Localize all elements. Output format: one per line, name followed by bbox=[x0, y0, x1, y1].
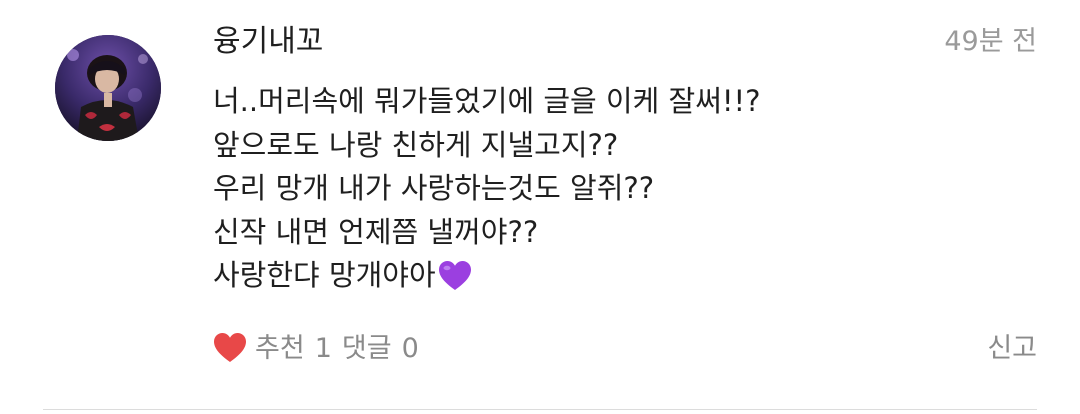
comment-line: 우리 망개 내가 사랑하는것도 알쥐?? bbox=[213, 171, 655, 205]
comment-body: 너..머리속에 뭐가들었기에 글을 이케 잘써!!? 앞으로도 나랑 친하게 지… bbox=[213, 80, 1033, 304]
comment-line: 너..머리속에 뭐가들었기에 글을 이케 잘써!!? bbox=[213, 84, 761, 118]
like-count: 1 bbox=[314, 333, 332, 364]
avatar[interactable] bbox=[55, 35, 161, 141]
comment-line-last: 사랑한댜 망개야아 bbox=[213, 254, 1033, 304]
like-label[interactable]: 추천 bbox=[255, 329, 305, 369]
username[interactable]: 융기내꼬 bbox=[213, 20, 323, 64]
purple-heart-emoji-icon bbox=[438, 260, 472, 304]
timestamp: 49분 전 bbox=[944, 26, 1037, 57]
divider bbox=[43, 409, 1037, 410]
report-button[interactable]: 신고 bbox=[987, 329, 1037, 369]
comment-item: 융기내꼬 49분 전 너..머리속에 뭐가들었기에 글을 이케 잘써!!? 앞으… bbox=[0, 0, 1080, 414]
comment-actions: 추천 1 댓글 0 bbox=[213, 327, 419, 371]
reply-label[interactable]: 댓글 bbox=[342, 329, 392, 369]
heart-icon[interactable] bbox=[213, 332, 247, 367]
reply-count: 0 bbox=[401, 333, 419, 364]
comment-line: 신작 내면 언제쯤 낼꺼야?? bbox=[213, 214, 539, 249]
profile-photo bbox=[55, 35, 161, 141]
comment-line-text: 사랑한댜 망개야아 bbox=[213, 258, 436, 292]
comment-line: 앞으로도 나랑 친하게 지낼고지?? bbox=[213, 127, 619, 162]
